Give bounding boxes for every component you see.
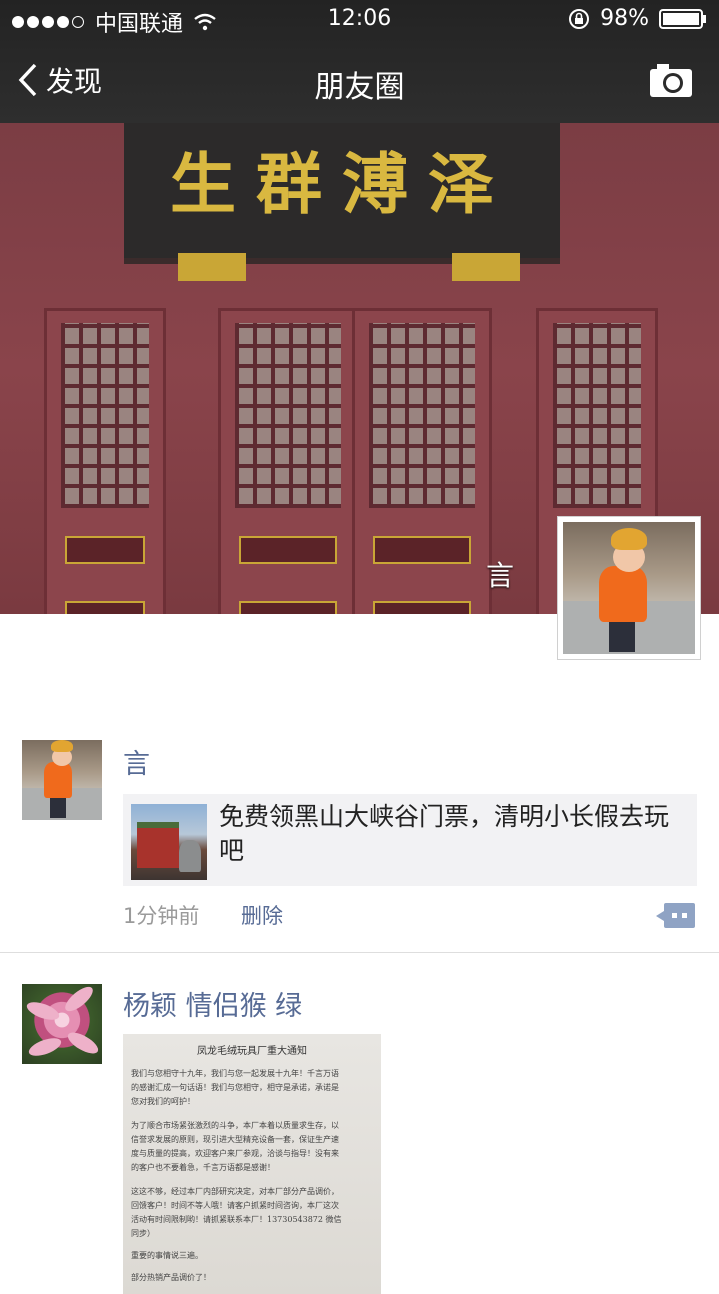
link-title: 免费领黑山大峡谷门票，清明小长假去玩吧	[219, 802, 670, 865]
profile-avatar[interactable]	[557, 516, 701, 660]
status-right: 98%	[568, 6, 707, 31]
notice-line: 同步）	[131, 1229, 155, 1238]
notice-line: 回馈客户！时间不等人哦！请客户抓紧时间咨询，本厂这次	[131, 1201, 339, 1210]
header: 中国联通 12:06 98% 发现 朋友圈	[0, 0, 719, 123]
comment-dot	[672, 913, 677, 918]
photo-hat	[51, 740, 73, 752]
notice-line: 我们与您相守十九年，我们与您一起发展十九年！千言万语	[131, 1069, 339, 1078]
flower-petal	[26, 1034, 64, 1060]
door-gold-band	[373, 536, 471, 564]
photo-coat	[599, 566, 647, 622]
nav-bar: 发现 朋友圈	[0, 40, 719, 123]
temple-plaque: 生群溥泽	[124, 123, 560, 264]
avatar-photo	[563, 522, 695, 654]
door-lattice	[61, 323, 149, 508]
post-time: 1分钟前	[123, 904, 200, 928]
comment-icon[interactable]	[656, 903, 695, 928]
post-avatar[interactable]	[22, 740, 102, 820]
post-avatar[interactable]	[22, 984, 102, 1064]
door-gold-band	[239, 601, 337, 614]
door-lattice	[553, 323, 641, 508]
post-author[interactable]: 杨颖 情侣猴 绿	[123, 984, 302, 1023]
camera-icon[interactable]	[649, 62, 693, 98]
door-panel	[352, 308, 492, 614]
door-panel	[44, 308, 166, 614]
shared-link-card[interactable]: 免费领黑山大峡谷门票，清明小长假去玩吧	[123, 794, 697, 886]
flower-petal	[64, 1028, 102, 1058]
door-gold-band	[239, 536, 337, 564]
moment-post: 杨颖 情侣猴 绿 凤龙毛绒玩具厂重大通知 我们与您相守十九年，我们与您一起发展十…	[0, 984, 719, 1294]
status-bar: 中国联通 12:06 98%	[0, 0, 719, 40]
notice-line: 您对我们的呵护！	[131, 1097, 195, 1106]
photo-legs	[50, 798, 66, 818]
notice-line: 重要的事情说三遍。	[131, 1251, 203, 1260]
post-author[interactable]: 言	[123, 742, 150, 781]
flower-petal	[61, 984, 97, 1016]
post-divider	[0, 952, 719, 953]
battery-icon	[659, 8, 706, 29]
flower-petal	[24, 998, 62, 1024]
notice-line: 的感谢汇成一句话语！我们与您相守，相守是承诺，承诺是	[131, 1083, 339, 1092]
notice-line: 度与质量的提高，欢迎客户来厂参观，洽谈与指导！没有来	[131, 1149, 339, 1158]
flower-photo	[22, 984, 102, 1064]
notice-line: 的客户也不要着急，千言万语都是感谢！	[131, 1163, 275, 1172]
notice-line: 部分热销产品调价了！	[131, 1273, 211, 1282]
gold-ornament	[178, 253, 246, 281]
door-gold-band	[373, 601, 471, 614]
notice-line: 活动有时间限制哟！请抓紧联系本厂！13730543872 微信	[131, 1215, 342, 1224]
rotation-lock-icon	[569, 8, 590, 29]
door-panel	[218, 308, 358, 614]
post-image[interactable]: 凤龙毛绒玩具厂重大通知 我们与您相守十九年，我们与您一起发展十九年！千言万语 的…	[123, 1034, 381, 1294]
photo-legs	[609, 622, 635, 652]
notice-title: 凤龙毛绒玩具厂重大通知	[197, 1046, 307, 1057]
door-gold-band	[65, 536, 145, 564]
comment-dot	[682, 913, 687, 918]
notice-line: 为了顺合市场紧张激烈的斗争，本厂本着以质量求生存，以	[131, 1121, 339, 1130]
gold-ornament	[452, 253, 520, 281]
avatar-photo	[22, 740, 102, 820]
door-lattice	[369, 323, 475, 508]
photo-coat	[44, 762, 72, 798]
thumbnail-lion	[179, 840, 201, 872]
plaque-text: 生群溥泽	[170, 145, 514, 223]
notice-line: 信誉求发展的原则，现引进大型精充设备一套，保证生产速	[131, 1135, 339, 1144]
thumbnail-gate	[137, 822, 179, 868]
page-title: 朋友圈	[314, 70, 405, 105]
photo-hat	[611, 528, 647, 550]
notice-line: 这这不够，经过本厂内部研究决定，对本厂部分产品调价，	[131, 1187, 339, 1196]
door-lattice	[235, 323, 341, 508]
door-gold-band	[65, 601, 145, 614]
battery-percent: 98%	[600, 6, 649, 31]
link-thumbnail	[131, 804, 207, 880]
delete-button[interactable]: 删除	[241, 900, 283, 930]
moment-post: 言 免费领黑山大峡谷门票，清明小长假去玩吧 1分钟前 删除	[0, 740, 719, 952]
cover-user-name: 言	[486, 559, 515, 592]
